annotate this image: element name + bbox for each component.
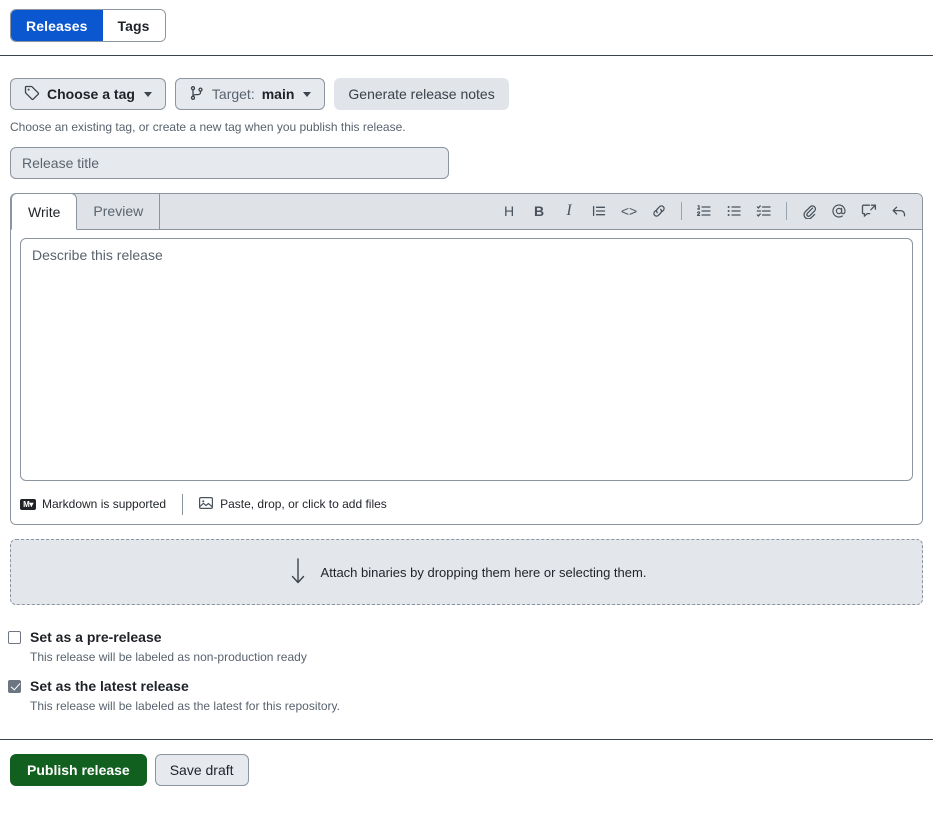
markdown-icon: M▾ <box>20 498 36 510</box>
bold-icon[interactable]: B <box>524 198 554 224</box>
arrow-down-icon <box>287 556 309 589</box>
mention-icon[interactable] <box>824 198 854 224</box>
tab-write[interactable]: Write <box>11 194 78 230</box>
chevron-down-icon <box>143 91 152 97</box>
heading-icon[interactable]: H <box>494 198 524 224</box>
editor-footer: M▾ Markdown is supported Paste, drop, or… <box>11 484 922 524</box>
option-latest-release: Set as the latest release This release w… <box>8 678 933 713</box>
footer-divider <box>182 493 184 515</box>
choose-tag-button[interactable]: Choose a tag <box>10 78 166 110</box>
quote-icon[interactable] <box>584 198 614 224</box>
editor-body <box>11 230 922 484</box>
markdown-supported-link[interactable]: M▾ Markdown is supported <box>20 497 166 511</box>
image-icon <box>198 495 214 514</box>
attach-file-icon[interactable] <box>794 198 824 224</box>
unordered-list-icon[interactable] <box>719 198 749 224</box>
link-icon[interactable] <box>644 198 674 224</box>
tab-preview[interactable]: Preview <box>77 194 161 229</box>
saved-reply-icon[interactable] <box>884 198 914 224</box>
git-branch-icon <box>189 85 205 104</box>
release-description-textarea[interactable] <box>20 238 913 481</box>
pre-release-label[interactable]: Set as a pre-release <box>30 629 162 645</box>
target-value: main <box>261 86 295 102</box>
latest-release-description: This release will be labeled as the late… <box>30 699 340 713</box>
toolbar-divider <box>681 202 682 220</box>
save-draft-button[interactable]: Save draft <box>154 754 249 786</box>
tab-releases[interactable]: Releases <box>11 10 103 41</box>
publish-release-button[interactable]: Publish release <box>10 754 147 786</box>
generate-release-notes-button[interactable]: Generate release notes <box>334 78 509 110</box>
italic-icon[interactable]: I <box>554 198 584 224</box>
latest-release-checkbox[interactable] <box>8 679 21 693</box>
latest-release-label[interactable]: Set as the latest release <box>30 678 189 694</box>
pre-release-checkbox[interactable] <box>8 630 21 644</box>
pre-release-description: This release will be labeled as non-prod… <box>30 650 307 664</box>
option-pre-release: Set as a pre-release This release will b… <box>8 629 933 664</box>
code-icon[interactable]: <> <box>614 198 644 224</box>
release-title-input[interactable] <box>10 147 449 179</box>
toolbar-divider <box>786 202 787 220</box>
editor-toolbar: Write Preview H B I <> <box>11 194 922 230</box>
chevron-down-icon <box>303 91 312 97</box>
cross-reference-icon[interactable] <box>854 198 884 224</box>
create-release-page: Releases Tags Choose a tag Target: main … <box>0 0 933 786</box>
releases-tags-switcher: Releases Tags <box>0 0 933 42</box>
target-branch-button[interactable]: Target: main <box>174 78 326 110</box>
target-label: Target: <box>211 86 255 102</box>
dropzone-label: Attach binaries by dropping them here or… <box>320 564 647 580</box>
editor-tabs: Write Preview <box>11 194 161 230</box>
task-list-icon[interactable] <box>749 198 779 224</box>
markdown-supported-label: Markdown is supported <box>42 497 167 511</box>
form-actions: Publish release Save draft <box>0 740 933 786</box>
formatting-tools: H B I <> <box>494 198 914 229</box>
ordered-list-icon[interactable] <box>689 198 719 224</box>
release-options: Set as a pre-release This release will b… <box>0 605 933 713</box>
segmented-control: Releases Tags <box>10 9 166 42</box>
tag-hint-text: Choose an existing tag, or create a new … <box>10 120 406 134</box>
binaries-dropzone[interactable]: Attach binaries by dropping them here or… <box>10 539 923 605</box>
release-description-editor: Write Preview H B I <> Describe this rel… <box>10 193 923 525</box>
add-files-label: Paste, drop, or click to add files <box>220 497 387 511</box>
release-meta-toolbar: Choose a tag Target: main Generate relea… <box>0 56 933 110</box>
tag-icon <box>24 85 40 104</box>
add-files-button[interactable]: Paste, drop, or click to add files <box>198 495 387 514</box>
choose-tag-label: Choose a tag <box>47 86 135 102</box>
tab-tags[interactable]: Tags <box>102 10 165 41</box>
